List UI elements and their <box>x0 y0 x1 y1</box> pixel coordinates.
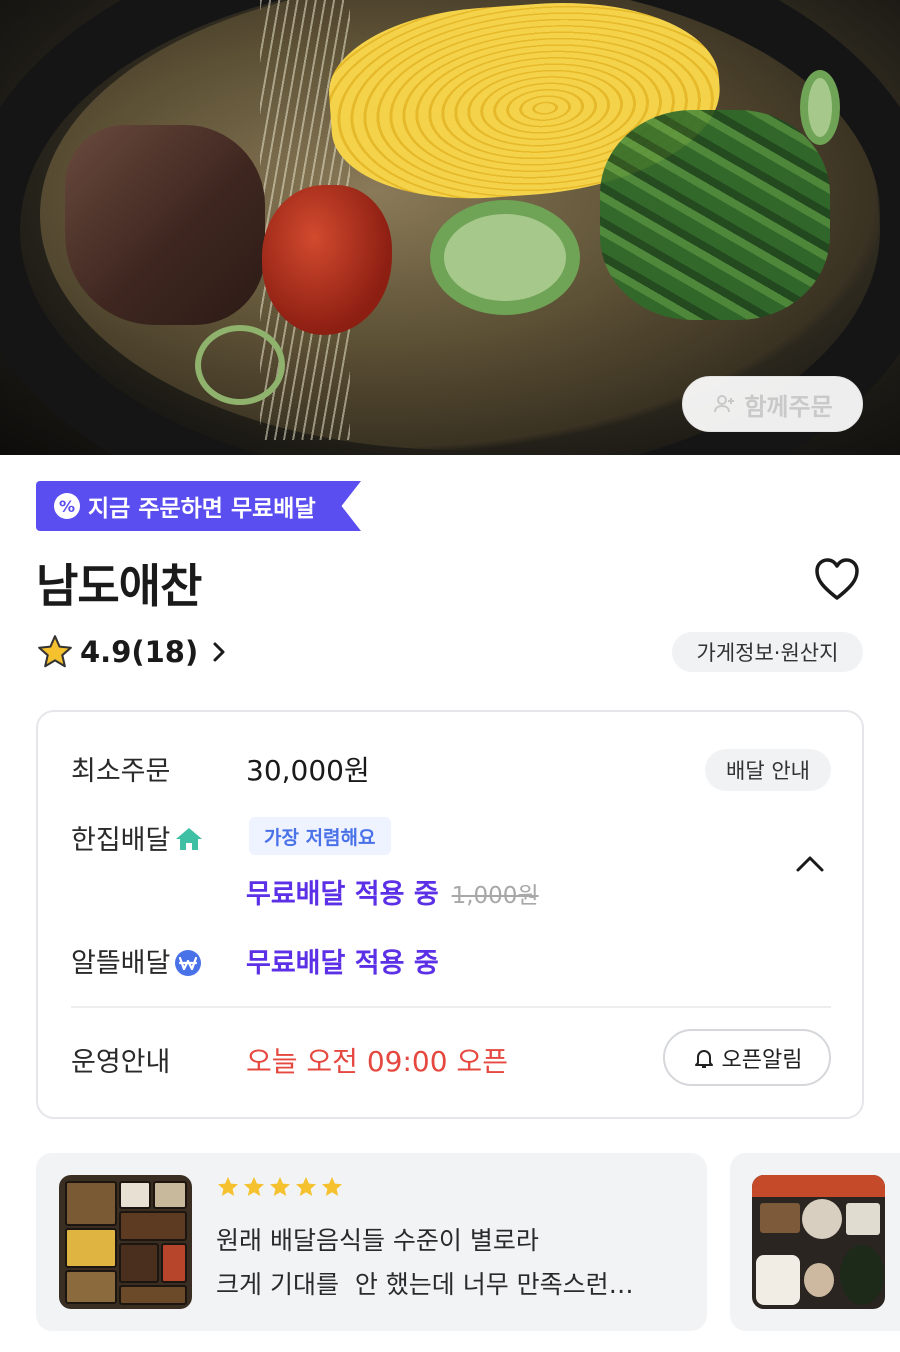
delivery-guide-button[interactable]: 배달 안내 <box>705 749 831 791</box>
store-name: 남도애찬 <box>36 559 202 613</box>
percent-badge-icon: % <box>54 493 80 519</box>
scallion-ring <box>195 325 285 405</box>
review-card[interactable]: 원래 배달음식들 수준이 별로라 크게 기대를 안 했는데 너무 만족스런… <box>36 1153 707 1331</box>
review-photo <box>59 1175 192 1309</box>
aldeul-delivery-row-label: 알뜰배달 <box>71 941 202 980</box>
aldeul-free-delivery-text: 무료배달 적용 중 <box>246 948 439 979</box>
review-text: 원래 배달음식들 수준이 별로라 크게 기대를 안 했는데 너무 만족스런… <box>216 1219 686 1307</box>
rating-link[interactable]: 4.9(18) <box>36 633 228 671</box>
chevron-up-icon[interactable] <box>793 852 827 876</box>
rating-text: 4.9(18) <box>80 635 199 669</box>
star-icon <box>38 635 72 668</box>
scallion-slice <box>430 200 580 315</box>
delivery-info-card: 최소주문 30,000원 배달 안내 한집배달 가장 저렴해요 무료배달 적용 … <box>36 710 864 1119</box>
open-alarm-label: 오픈알림 <box>721 1047 803 1073</box>
add-person-icon <box>714 395 735 413</box>
review-text-line: 크게 기대를 안 했는데 너무 만족스런… <box>216 1270 634 1299</box>
hanjip-free-delivery-text: 무료배달 적용 중 <box>246 879 439 910</box>
star-icon <box>296 1177 316 1196</box>
free-delivery-promo-banner: % 지금 주문하면 무료배달 <box>36 481 361 531</box>
heart-icon[interactable] <box>813 556 861 602</box>
divider <box>71 1006 831 1008</box>
home-icon <box>176 828 203 850</box>
review-stars <box>216 1175 344 1199</box>
promo-text: 지금 주문하면 무료배달 <box>88 496 316 522</box>
original-delivery-fee: 1,000원 <box>451 883 539 909</box>
review-photo <box>752 1175 885 1309</box>
bell-icon <box>694 1049 713 1068</box>
store-info-origin-chip[interactable]: 가게정보·원산지 <box>672 632 863 672</box>
star-icon <box>270 1177 290 1196</box>
together-order-label: 함께주문 <box>744 392 833 421</box>
hanjip-fee-row: 무료배달 적용 중 1,000원 <box>246 872 539 911</box>
hours-value: 오늘 오전 09:00 오픈 <box>246 1045 508 1078</box>
aldeul-delivery-label: 알뜰배달 <box>71 948 171 979</box>
review-card[interactable] <box>730 1153 900 1331</box>
star-icon <box>218 1177 238 1196</box>
together-order-button[interactable]: 함께주문 <box>682 376 863 432</box>
star-icon <box>322 1177 342 1196</box>
star-icon <box>244 1177 264 1196</box>
open-alarm-button[interactable]: 오픈알림 <box>663 1029 831 1086</box>
review-text-line: 원래 배달음식들 수준이 별로라 <box>216 1226 539 1255</box>
won-coin-icon <box>175 950 202 976</box>
min-order-value: 30,000원 <box>246 754 370 787</box>
greens <box>600 110 830 320</box>
hours-label: 운영안내 <box>71 1047 171 1078</box>
store-hero-photo: 함께주문 <box>0 0 900 455</box>
hanjip-delivery-row-label: 한집배달 <box>71 818 204 857</box>
chevron-right-icon <box>213 642 225 662</box>
beef-rib <box>65 125 265 325</box>
min-order-label: 최소주문 <box>71 756 171 787</box>
scallion-slice <box>800 70 840 145</box>
cheapest-badge: 가장 저렴해요 <box>249 817 391 855</box>
hanjip-delivery-label: 한집배달 <box>71 825 171 856</box>
